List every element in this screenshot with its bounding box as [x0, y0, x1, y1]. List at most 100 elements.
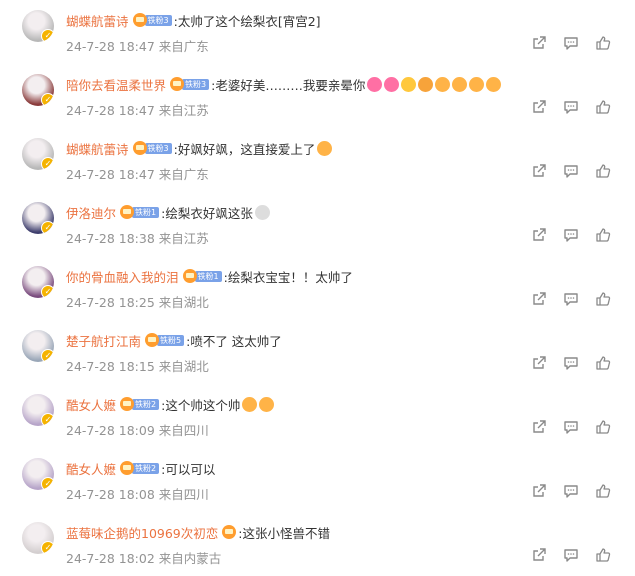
fan-level-label: 铁粉5 [157, 334, 185, 346]
like-icon[interactable] [587, 98, 619, 116]
user-name-link[interactable]: 酷女人嬷 [66, 395, 116, 414]
share-icon[interactable] [523, 226, 555, 244]
user-name-link[interactable]: 酷女人嬷 [66, 459, 116, 478]
comment-location: 来自广东 [158, 167, 209, 182]
comment-line: 酷女人嬷 铁粉2:可以可以 [66, 459, 215, 477]
crown-icon [132, 141, 147, 155]
comment-text: :太帅了这个绘梨衣[宵宫2] [173, 13, 321, 29]
comment-line: 酷女人嬷 铁粉2:这个帅这个帅 [66, 395, 275, 414]
like-icon[interactable] [587, 162, 619, 180]
share-icon[interactable] [523, 98, 555, 116]
emoji-icon [401, 76, 417, 92]
avatar[interactable]: ✓ [22, 394, 54, 426]
comment-list: ✓ 蝴蝶航蕾诗 铁粉3:太帅了这个绘梨衣[宵宫2] 24-7-28 18:47 来自广… [0, 0, 635, 576]
avatar[interactable]: ✓ [22, 10, 54, 42]
comment-actions [523, 98, 619, 116]
comment-time: 24-7-28 18:09 [66, 423, 155, 438]
like-icon[interactable] [587, 482, 619, 500]
comment-meta: 24-7-28 18:09 来自四川 [66, 420, 209, 439]
avatar[interactable]: ✓ [22, 522, 54, 554]
user-name-link[interactable]: 蝴蝶航蕾诗 [66, 11, 129, 30]
comment-line: 蓝莓味企鹅的10969次初恋 :这张小怪兽不错 [66, 523, 330, 541]
user-name-link[interactable]: 陪你去看温柔世界 [66, 75, 166, 94]
like-icon[interactable] [587, 290, 619, 308]
comment-icon[interactable] [555, 34, 587, 52]
comment-text: :绘梨衣宝宝！！太帅了 [223, 269, 353, 285]
like-icon[interactable] [587, 546, 619, 564]
emoji-icon [242, 396, 258, 412]
crown-icon [182, 269, 197, 283]
user-name-link[interactable]: 蝴蝶航蕾诗 [66, 139, 129, 158]
avatar[interactable]: ✓ [22, 138, 54, 170]
user-name-link[interactable]: 伊洛迪尔 [66, 203, 116, 222]
verified-badge-icon: ✓ [41, 413, 54, 426]
comment-location: 来自广东 [158, 39, 209, 54]
user-name-link[interactable]: 蓝莓味企鹅的10969次初恋 [66, 523, 218, 542]
comment-actions [523, 226, 619, 244]
emoji-icon [435, 76, 451, 92]
comment-icon[interactable] [555, 546, 587, 564]
share-icon[interactable] [523, 418, 555, 436]
avatar[interactable]: ✓ [22, 202, 54, 234]
comment-meta: 24-7-28 18:38 来自江苏 [66, 228, 209, 247]
share-icon[interactable] [523, 34, 555, 52]
like-icon[interactable] [587, 226, 619, 244]
fan-badge [222, 525, 237, 539]
comment-time: 24-7-28 18:02 [66, 551, 155, 566]
comment-item: ✓ 你的骨血融入我的泪 铁粉1:绘梨衣宝宝！！太帅了 24-7-28 18:25 来自… [0, 256, 635, 320]
verified-badge-icon: ✓ [41, 349, 54, 362]
comment-icon[interactable] [555, 354, 587, 372]
user-name-link[interactable]: 楚子航打江南 [66, 331, 141, 350]
share-icon[interactable] [523, 354, 555, 372]
like-icon[interactable] [587, 418, 619, 436]
comment-icon[interactable] [555, 162, 587, 180]
fan-badge: 铁粉2 [120, 461, 160, 475]
comment-time: 24-7-28 18:47 [66, 39, 155, 54]
fan-badge: 铁粉2 [120, 397, 160, 411]
comment-item: ✓ 酷女人嬷 铁粉2:可以可以 24-7-28 18:08 来自四川 [0, 448, 635, 512]
comment-meta: 24-7-28 18:15 来自湖北 [66, 356, 209, 375]
comment-text: :好飒好飒，这直接爱上了 [173, 141, 316, 157]
comment-icon[interactable] [555, 98, 587, 116]
comment-icon[interactable] [555, 482, 587, 500]
comment-icon[interactable] [555, 226, 587, 244]
avatar[interactable]: ✓ [22, 74, 54, 106]
comment-location: 来自四川 [158, 423, 209, 438]
like-icon[interactable] [587, 34, 619, 52]
comment-text: :这张小怪兽不错 [238, 525, 330, 541]
like-icon[interactable] [587, 354, 619, 372]
crown-icon [222, 525, 237, 539]
user-name-link[interactable]: 你的骨血融入我的泪 [66, 267, 179, 286]
avatar[interactable]: ✓ [22, 266, 54, 298]
crown-icon [120, 461, 135, 475]
comment-item: ✓ 蝴蝶航蕾诗 铁粉3:太帅了这个绘梨衣[宵宫2] 24-7-28 18:47 来自广… [0, 0, 635, 64]
share-icon[interactable] [523, 162, 555, 180]
emoji-icon [469, 76, 485, 92]
comment-text: :绘梨衣好飒这张 [161, 205, 253, 221]
fan-badge: 铁粉3 [132, 141, 172, 155]
comment-icon[interactable] [555, 290, 587, 308]
comment-actions [523, 290, 619, 308]
comment-actions [523, 354, 619, 372]
emoji-icon [452, 76, 468, 92]
fan-level-label: 铁粉2 [132, 398, 160, 410]
share-icon[interactable] [523, 482, 555, 500]
comment-icon[interactable] [555, 418, 587, 436]
share-icon[interactable] [523, 290, 555, 308]
comment-location: 来自江苏 [158, 103, 209, 118]
fan-badge: 铁粉1 [182, 269, 222, 283]
comment-location: 来自江苏 [158, 231, 209, 246]
fan-badge: 铁粉5 [145, 333, 185, 347]
comment-line: 楚子航打江南 铁粉5:喷不了 这太帅了 [66, 331, 282, 349]
emoji-icon [418, 76, 434, 92]
comment-line: 你的骨血融入我的泪 铁粉1:绘梨衣宝宝！！太帅了 [66, 267, 353, 285]
share-icon[interactable] [523, 546, 555, 564]
comment-actions [523, 482, 619, 500]
crown-icon [120, 397, 135, 411]
comment-time: 24-7-28 18:47 [66, 103, 155, 118]
avatar[interactable]: ✓ [22, 330, 54, 362]
comment-text: :喷不了 这太帅了 [186, 333, 282, 349]
comment-text: :老婆好美………我要亲晕你 [211, 77, 366, 93]
avatar[interactable]: ✓ [22, 458, 54, 490]
comment-meta: 24-7-28 18:02 来自内蒙古 [66, 548, 221, 567]
